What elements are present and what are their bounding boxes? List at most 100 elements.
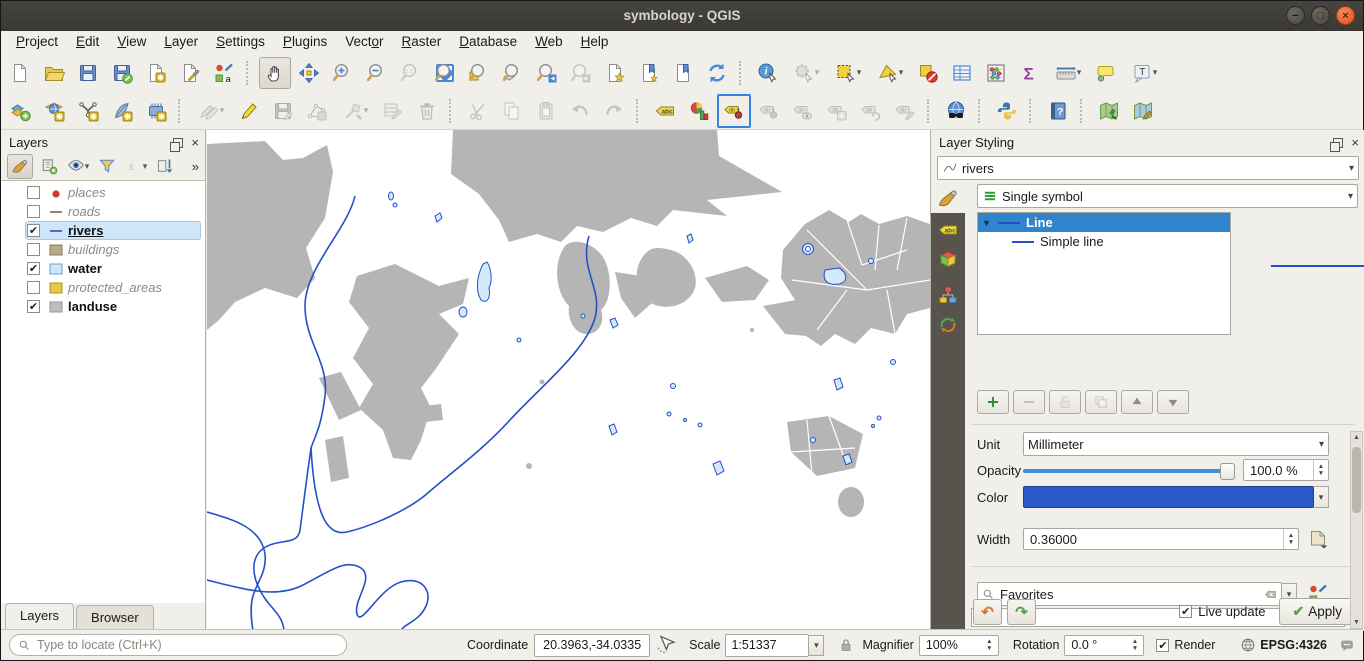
layer-visibility-checkbox[interactable]: ✔	[27, 262, 40, 275]
new-shapefile-layer-button[interactable]	[72, 95, 104, 127]
show-layout-manager-button[interactable]	[174, 57, 206, 89]
save-project-as-button[interactable]	[106, 57, 138, 89]
text-annotation-button[interactable]: T▾	[1124, 57, 1164, 89]
maximize-button[interactable]: □	[1311, 6, 1330, 25]
globe-icon[interactable]	[1240, 637, 1256, 653]
scale-combobox[interactable]: 1:51337	[725, 634, 809, 657]
opacity-slider[interactable]	[1023, 462, 1235, 478]
zoom-full-button[interactable]	[429, 57, 461, 89]
coordinate-input[interactable]: 20.3963,-34.0335	[534, 634, 650, 657]
scale-dropdown[interactable]: ▾	[809, 635, 824, 656]
style-manager-button[interactable]: a	[208, 57, 240, 89]
unpin-labels-button[interactable]: ab	[753, 95, 785, 127]
add-group-button[interactable]	[36, 154, 62, 179]
change-label-button[interactable]: ab	[889, 95, 921, 127]
menu-edit[interactable]: Edit	[67, 31, 108, 53]
copy-features-button[interactable]	[496, 95, 528, 127]
undo-style-button[interactable]: ↶	[973, 599, 1002, 625]
messages-icon[interactable]	[1339, 637, 1355, 653]
data-source-manager-button[interactable]	[4, 95, 36, 127]
render-checkbox[interactable]: ✔ Render	[1156, 638, 1215, 652]
menu-layer[interactable]: Layer	[155, 31, 207, 53]
select-features-button[interactable]: ▾	[828, 57, 868, 89]
tab-layers[interactable]: Layers	[5, 603, 74, 629]
new-project-button[interactable]	[4, 57, 36, 89]
layer-visibility-checkbox[interactable]: ✔	[27, 224, 40, 237]
layer-item-protected_areas[interactable]: protected_areas	[1, 278, 205, 297]
plugin-quickmap-button[interactable]	[1093, 95, 1125, 127]
crs-label[interactable]: EPSG:4326	[1260, 638, 1327, 652]
paste-features-button[interactable]	[530, 95, 562, 127]
save-project-button[interactable]	[72, 57, 104, 89]
show-statistics-button[interactable]: Σ	[1014, 57, 1046, 89]
layer-item-landuse[interactable]: ✔landuse	[1, 297, 205, 316]
tab-history[interactable]	[931, 310, 965, 340]
close-button[interactable]: ×	[1336, 6, 1355, 25]
width-spinbox[interactable]: 0.36000 ▲▼	[1023, 528, 1299, 550]
new-scratch-layer-button[interactable]	[38, 95, 70, 127]
layer-labeling-button[interactable]: abc	[649, 95, 681, 127]
scrollbar-thumb[interactable]	[1352, 447, 1361, 513]
tab-symbology[interactable]	[931, 182, 965, 213]
layer-diagram-button[interactable]	[683, 95, 715, 127]
layer-visibility-checkbox[interactable]: ✔	[27, 300, 40, 313]
opacity-spinbox[interactable]: 100.0 % ▲▼	[1243, 459, 1329, 481]
open-attribute-table-button[interactable]	[946, 57, 978, 89]
zoom-last-button[interactable]	[531, 57, 563, 89]
move-up-button[interactable]	[1121, 390, 1153, 414]
open-project-button[interactable]	[38, 57, 70, 89]
zoom-next-button[interactable]	[565, 57, 597, 89]
data-defined-override-icon[interactable]	[1307, 528, 1329, 550]
show-bookmarks-button[interactable]	[633, 57, 665, 89]
zoom-to-layer-button[interactable]	[497, 57, 529, 89]
field-calculator-button[interactable]	[980, 57, 1012, 89]
color-dropdown[interactable]: ▾	[1314, 486, 1329, 508]
pin-labels-button[interactable]: ab	[717, 94, 751, 128]
menu-view[interactable]: View	[108, 31, 155, 53]
tab-browser[interactable]: Browser	[76, 605, 154, 629]
minimize-button[interactable]: −	[1286, 6, 1305, 25]
overflow-chevron[interactable]: »	[192, 159, 199, 174]
magnifier-spinbox[interactable]: 100% ▲▼	[919, 635, 999, 656]
lock-icon[interactable]	[838, 637, 854, 653]
tree-item-line[interactable]: ▼ Line	[978, 213, 1230, 232]
map-tips-button[interactable]	[1090, 57, 1122, 89]
menu-project[interactable]: Project	[7, 31, 67, 53]
zoom-native-button[interactable]: 1:1	[395, 57, 427, 89]
vertex-tool-button[interactable]	[301, 95, 333, 127]
zoom-out-button[interactable]	[361, 57, 393, 89]
remove-symbol-layer-button[interactable]	[1013, 390, 1045, 414]
tree-item-simple-line[interactable]: Simple line	[978, 232, 1230, 251]
layer-item-water[interactable]: ✔water	[1, 259, 205, 278]
close-panel-icon[interactable]: ×	[1351, 138, 1359, 148]
new-virtual-layer-button[interactable]	[140, 95, 172, 127]
new-geopackage-layer-button[interactable]	[106, 95, 138, 127]
pan-map-button[interactable]	[259, 57, 291, 89]
tab-labels[interactable]: abc	[931, 215, 965, 245]
float-panel-icon[interactable]	[173, 138, 183, 148]
measure-line-button[interactable]: ▾	[1048, 57, 1088, 89]
help-contents-button[interactable]: ?	[1042, 95, 1074, 127]
layer-visibility-checkbox[interactable]	[27, 186, 40, 199]
slider-handle[interactable]	[1220, 463, 1235, 480]
layer-item-buildings[interactable]: buildings	[1, 240, 205, 259]
close-panel-icon[interactable]: ×	[191, 138, 199, 148]
layer-visibility-checkbox[interactable]	[27, 243, 40, 256]
move-down-button[interactable]	[1157, 390, 1189, 414]
unit-combobox[interactable]: Millimeter▾	[1023, 432, 1329, 456]
color-swatch-button[interactable]	[1023, 486, 1314, 508]
add-symbol-layer-button[interactable]	[977, 390, 1009, 414]
new-bookmark-button[interactable]	[599, 57, 631, 89]
menu-database[interactable]: Database	[450, 31, 526, 53]
zoom-in-button[interactable]	[327, 57, 359, 89]
menu-plugins[interactable]: Plugins	[274, 31, 336, 53]
lock-colors-button[interactable]	[1049, 390, 1081, 414]
layer-visibility-checkbox[interactable]	[27, 205, 40, 218]
menu-settings[interactable]: Settings	[207, 31, 274, 53]
redo-style-button[interactable]: ↷	[1007, 599, 1036, 625]
menu-vector[interactable]: Vector	[336, 31, 392, 53]
rotate-label-button[interactable]: ab	[855, 95, 887, 127]
float-panel-icon[interactable]	[1333, 138, 1343, 148]
pan-to-selection-button[interactable]	[293, 57, 325, 89]
run-feature-action-button[interactable]: ▾	[786, 57, 826, 89]
